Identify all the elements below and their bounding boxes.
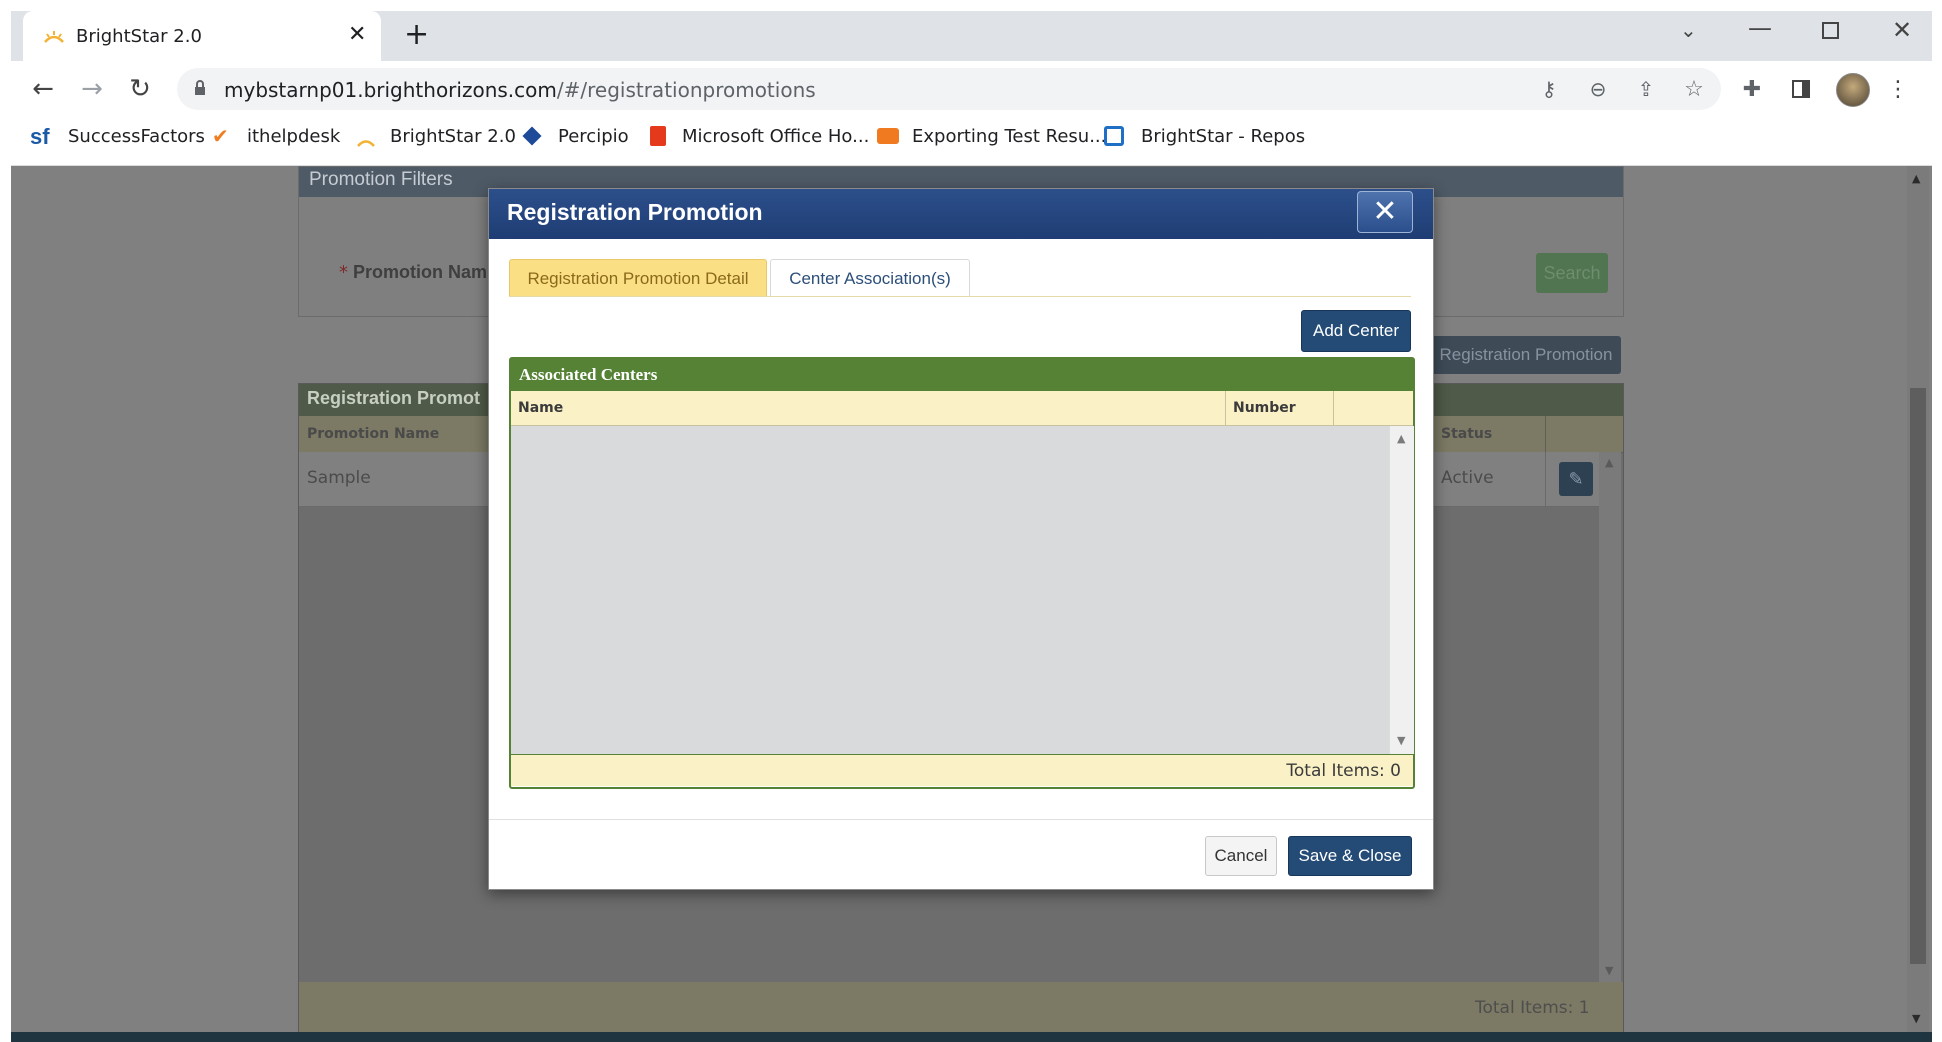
close-icon: ✕ — [1372, 194, 1398, 229]
url-host: mybstarnp01.brighthorizons.com — [224, 78, 557, 102]
promotions-grid-footer: Total Items: 1 — [299, 982, 1623, 1032]
cancel-label: Cancel — [1214, 846, 1268, 865]
promotions-total-items: Total Items: 1 — [1475, 998, 1590, 1018]
filters-title: Promotion Filters — [309, 169, 453, 190]
scroll-up-icon[interactable]: ▲ — [1605, 456, 1613, 469]
associated-centers-header: Associated Centers — [511, 359, 1413, 391]
window-close-icon[interactable]: ✕ — [1892, 16, 1912, 44]
registration-promotion-dialog: Registration Promotion ✕ Registration Pr… — [488, 188, 1434, 890]
restore-icon[interactable] — [1822, 22, 1839, 39]
centers-column-header-row: Name Number — [511, 391, 1413, 426]
close-tab-icon[interactable]: ✕ — [348, 22, 366, 47]
tab-search-icon[interactable]: ⌄ — [1680, 18, 1697, 42]
required-marker: * — [339, 262, 348, 283]
bookmark-successfactors[interactable]: SuccessFactors — [68, 126, 205, 147]
new-tab-icon[interactable]: + — [404, 17, 429, 52]
dialog-close-button[interactable]: ✕ — [1357, 191, 1413, 233]
dialog-title: Registration Promotion — [507, 199, 763, 225]
centers-grid-scrollbar[interactable]: ▲ ▼ — [1389, 426, 1414, 754]
profile-avatar[interactable] — [1836, 73, 1870, 107]
add-center-label: Add Center — [1313, 321, 1399, 340]
search-button-label: Search — [1543, 262, 1601, 283]
row-divider — [1545, 452, 1546, 506]
col-status[interactable]: Status — [1441, 426, 1492, 442]
brightstar-favicon — [43, 29, 65, 43]
new-registration-promotion-button[interactable]: Registration Promotion — [1431, 336, 1621, 374]
side-panel-icon[interactable] — [1784, 72, 1818, 106]
bookmark-ithelpdesk[interactable]: ithelpdesk — [247, 126, 340, 147]
row-status: Active — [1441, 468, 1494, 488]
browser-tab-title: BrightStar 2.0 — [76, 26, 202, 47]
bookmark-exporting[interactable]: Exporting Test Resu... — [912, 126, 1106, 147]
bookmark-star-icon[interactable]: ☆ — [1677, 72, 1711, 106]
new-promotion-label: Registration Promotion — [1439, 345, 1613, 364]
cancel-button[interactable]: Cancel — [1205, 836, 1277, 876]
bookmark-brightstar[interactable]: BrightStar 2.0 — [390, 126, 516, 147]
share-icon[interactable]: ⇪ — [1629, 72, 1663, 106]
reload-icon[interactable]: ↻ — [123, 72, 157, 106]
edit-row-button[interactable]: ✎ — [1559, 462, 1593, 496]
dialog-titlebar: Registration Promotion ✕ — [489, 189, 1433, 239]
url-text[interactable]: mybstarnp01.brighthorizons.com/#/registr… — [224, 78, 816, 102]
checkmark-icon: ✔ — [212, 124, 229, 148]
scroll-down-icon[interactable]: ▼ — [1605, 964, 1613, 977]
page-scroll-up-icon[interactable]: ▲ — [1912, 172, 1920, 185]
dialog-footer-divider — [489, 819, 1433, 820]
centers-grid-footer: Total Items: 0 — [511, 754, 1413, 786]
bookmark-office[interactable]: Microsoft Office Ho... — [682, 126, 869, 147]
promotions-grid-title: Registration Promot — [307, 388, 481, 408]
promotion-name-label: Promotion Nam — [353, 262, 488, 282]
taskbar-strip — [11, 1032, 1932, 1042]
tabs-underline — [509, 296, 1411, 297]
tab-centers-label: Center Association(s) — [789, 268, 951, 288]
centers-grid-body — [511, 426, 1389, 754]
col-divider — [1545, 416, 1546, 452]
grid-scrollbar[interactable]: ▲ ▼ — [1599, 452, 1621, 982]
centers-scroll-up-icon[interactable]: ▲ — [1397, 432, 1405, 445]
col-name[interactable]: Name — [518, 400, 563, 416]
extensions-icon[interactable]: ✚ — [1735, 72, 1769, 106]
centers-scroll-down-icon[interactable]: ▼ — [1397, 734, 1405, 747]
zoom-out-icon[interactable]: ⊖ — [1581, 72, 1615, 106]
successfactors-icon: sf — [30, 124, 50, 149]
menu-icon[interactable]: ⋮ — [1881, 72, 1915, 106]
centers-total-items: Total Items: 0 — [1286, 761, 1401, 781]
tab-center-associations[interactable]: Center Association(s) — [770, 259, 970, 297]
forward-icon[interactable]: → — [75, 72, 109, 106]
page-scroll-down-icon[interactable]: ▼ — [1912, 1012, 1920, 1025]
save-close-label: Save & Close — [1298, 846, 1402, 865]
back-icon[interactable]: ← — [26, 72, 60, 106]
associated-centers-title: Associated Centers — [519, 365, 658, 384]
tab-detail-label: Registration Promotion Detail — [527, 268, 749, 288]
tab-registration-promotion-detail[interactable]: Registration Promotion Detail — [509, 259, 767, 297]
minimize-icon[interactable]: — — [1748, 14, 1772, 42]
bookmark-repos[interactable]: BrightStar - Repos — [1141, 126, 1305, 147]
search-button[interactable]: Search — [1536, 253, 1608, 293]
col-number[interactable]: Number — [1233, 400, 1296, 416]
associated-centers-grid: Associated Centers Name Number ▲ ▼ Total… — [509, 357, 1415, 789]
add-center-button[interactable]: Add Center — [1301, 310, 1411, 352]
save-and-close-button[interactable]: Save & Close — [1288, 836, 1412, 876]
page-scrollbar[interactable]: ▲ ▼ — [1907, 166, 1929, 1032]
lock-icon — [194, 80, 206, 95]
page-scroll-thumb[interactable] — [1910, 388, 1926, 964]
key-icon[interactable]: ⚷ — [1532, 72, 1566, 106]
brightstar-bookmark-icon — [356, 132, 376, 147]
repos-icon — [1104, 126, 1124, 146]
pencil-icon: ✎ — [1568, 468, 1584, 489]
row-promotion-name: Sample — [307, 468, 371, 488]
url-path: /#/registrationpromotions — [556, 78, 816, 102]
office-icon — [650, 126, 666, 146]
col-divider-number — [1333, 391, 1334, 425]
bookmark-percipio[interactable]: Percipio — [558, 126, 629, 147]
exporting-icon — [877, 128, 899, 144]
col-divider-name — [1225, 391, 1226, 425]
col-promotion-name[interactable]: Promotion Name — [307, 426, 439, 442]
